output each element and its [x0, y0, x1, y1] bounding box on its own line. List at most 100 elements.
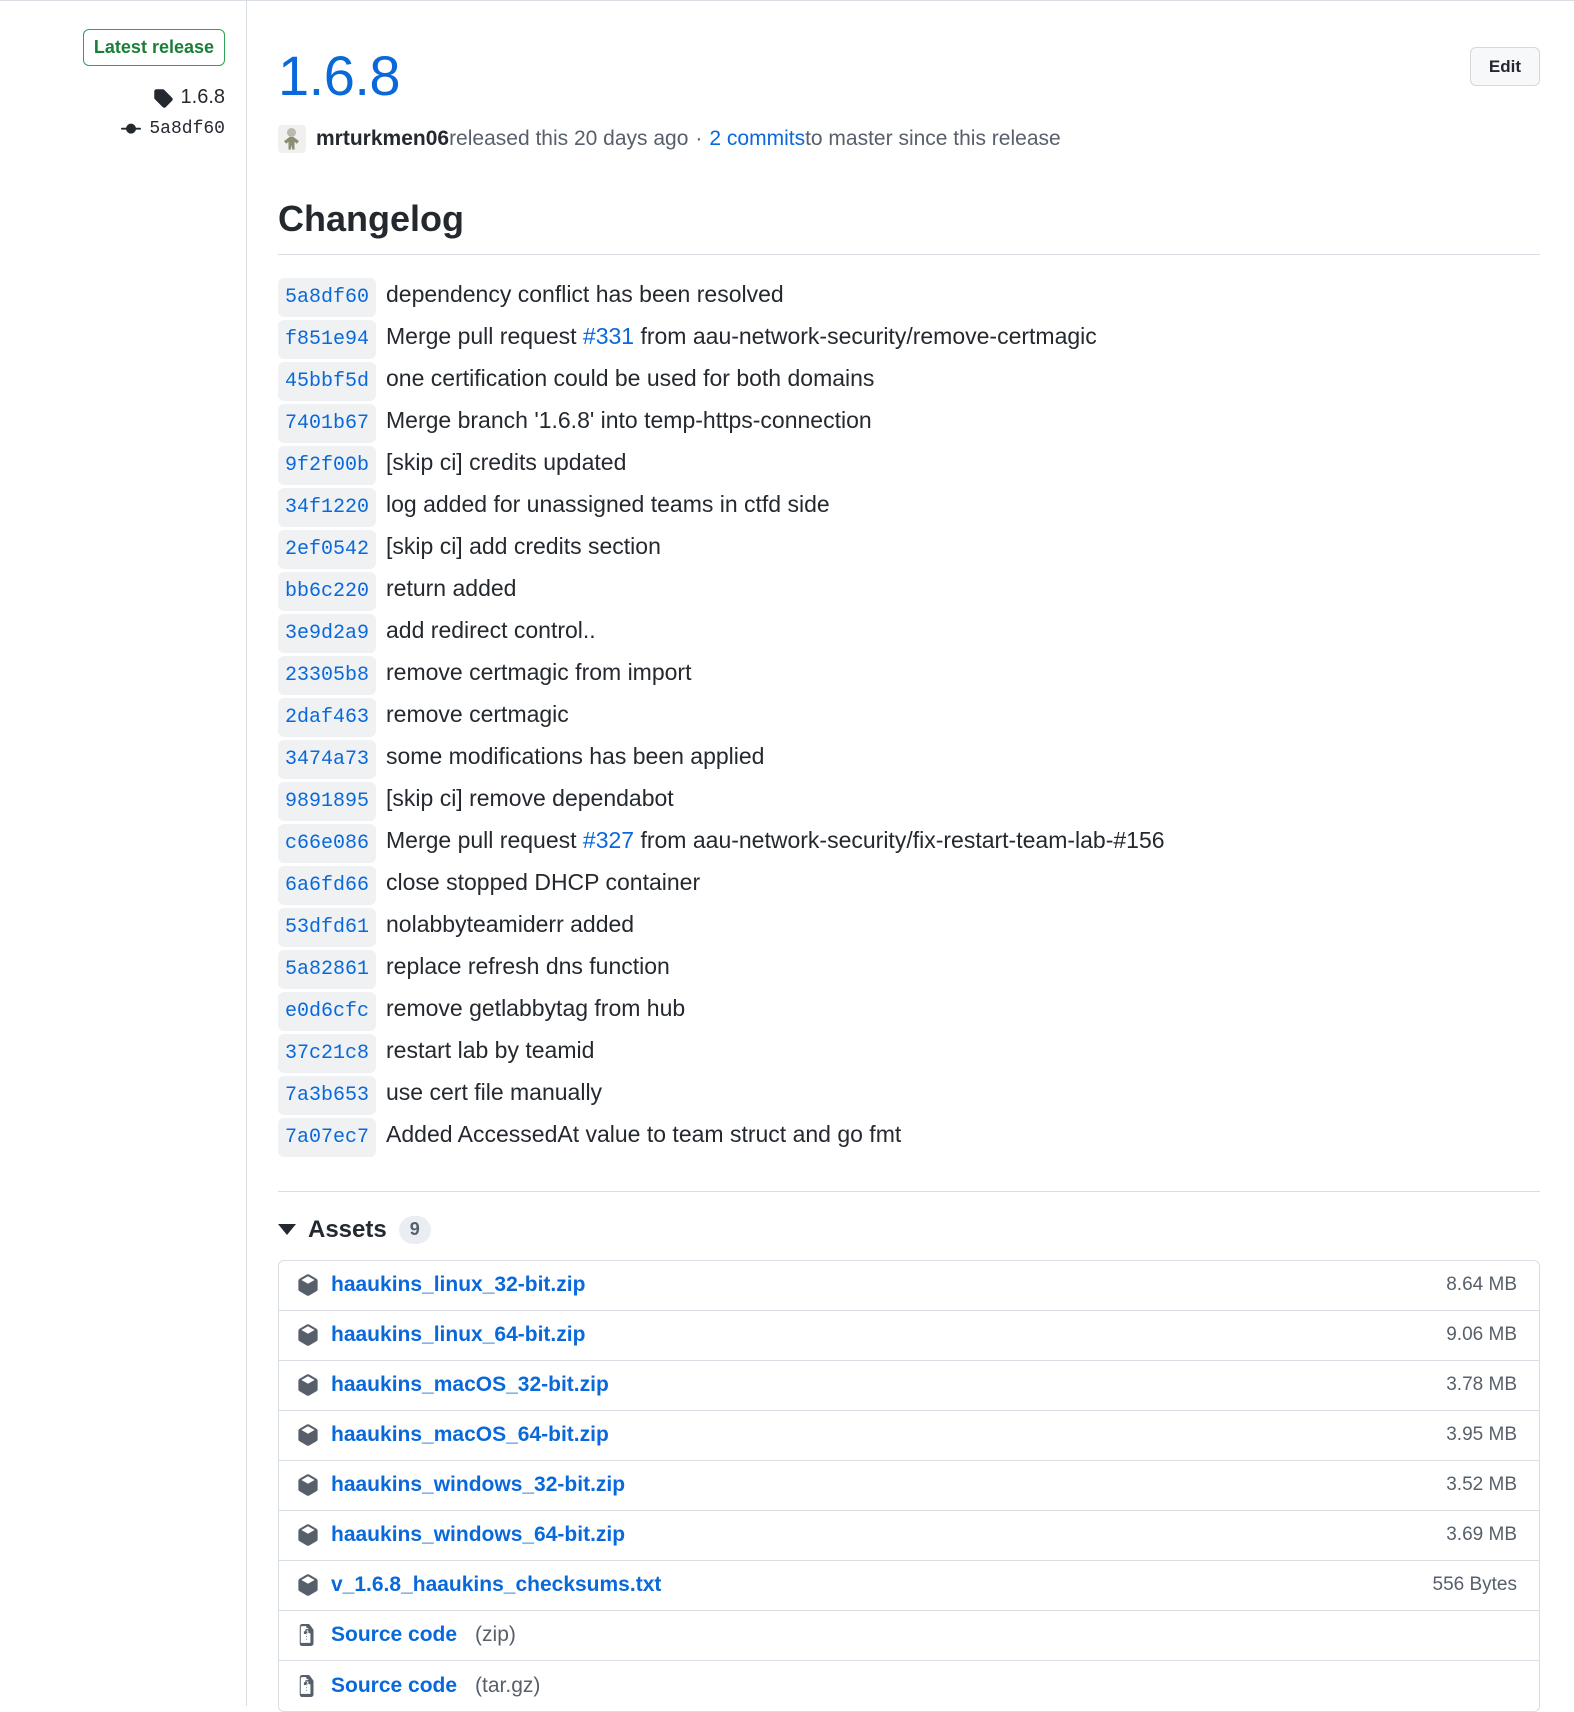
- commits-link[interactable]: 2 commits: [709, 125, 805, 152]
- commit-sha-link[interactable]: 45bbf5d: [278, 361, 377, 401]
- commit-row: 23305b8 remove certmagic from import: [278, 655, 1540, 695]
- asset-download-link[interactable]: haaukins_windows_64-bit.zip: [331, 1523, 625, 1547]
- commit-message: Merge branch '1.6.8' into temp-https-con…: [386, 406, 872, 433]
- commit-sha-link[interactable]: 34f1220: [278, 487, 377, 527]
- commit-sha-link[interactable]: 2ef0542: [278, 529, 377, 569]
- asset-name-cell: haaukins_windows_32-bit.zip: [297, 1473, 1446, 1497]
- asset-row: v_1.6.8_haaukins_checksums.txt 556 Bytes: [279, 1561, 1539, 1611]
- commit-message: Added AccessedAt value to team struct an…: [386, 1120, 902, 1147]
- commit-message: close stopped DHCP container: [386, 868, 701, 895]
- commit-message: some modifications has been applied: [386, 742, 765, 769]
- tag-icon: [153, 88, 173, 108]
- commit-message: remove certmagic: [386, 700, 569, 727]
- asset-size: 9.06 MB: [1446, 1324, 1517, 1346]
- commit-message: [skip ci] credits updated: [386, 448, 627, 475]
- asset-download-link[interactable]: Source code: [331, 1623, 457, 1647]
- release-commit-sha: 5a8df60: [149, 119, 225, 139]
- asset-download-link[interactable]: v_1.6.8_haaukins_checksums.txt: [331, 1573, 661, 1597]
- asset-row: haaukins_linux_32-bit.zip 8.64 MB: [279, 1261, 1539, 1311]
- commit-row: 37c21c8 restart lab by teamid: [278, 1033, 1540, 1073]
- commit-sha-link[interactable]: 5a8df60: [278, 277, 377, 317]
- commit-message: one certification could be used for both…: [386, 364, 875, 391]
- commit-message: nolabbyteamiderr added: [386, 910, 635, 937]
- commit-sha-link[interactable]: e0d6cfc: [278, 991, 377, 1031]
- release-page: Latest release 1.6.8 5a8df60 Edit 1.6.8 …: [0, 0, 1574, 1712]
- commit-sha-link[interactable]: 6a6fd66: [278, 865, 377, 905]
- edit-button[interactable]: Edit: [1469, 47, 1540, 86]
- package-icon: [297, 1324, 319, 1347]
- pull-request-link[interactable]: #327: [583, 827, 634, 853]
- commit-sha-link[interactable]: 7a3b653: [278, 1075, 377, 1115]
- asset-download-link[interactable]: haaukins_macOS_32-bit.zip: [331, 1373, 609, 1397]
- release-commit[interactable]: 5a8df60: [121, 119, 225, 139]
- commit-sha-link[interactable]: c66e086: [278, 823, 377, 863]
- changelog-heading: Changelog: [278, 197, 1540, 255]
- assets-count-badge: 9: [398, 1215, 431, 1244]
- asset-name-cell: haaukins_macOS_32-bit.zip: [297, 1373, 1446, 1397]
- assets-toggle[interactable]: Assets 9: [278, 1216, 1540, 1244]
- asset-download-link[interactable]: haaukins_linux_64-bit.zip: [331, 1323, 585, 1347]
- commit-message: restart lab by teamid: [386, 1036, 595, 1063]
- asset-row: haaukins_macOS_32-bit.zip 3.78 MB: [279, 1361, 1539, 1411]
- commit-message: dependency conflict has been resolved: [386, 280, 784, 307]
- commit-sha-link[interactable]: 9891895: [278, 781, 377, 821]
- commit-sha-link[interactable]: f851e94: [278, 319, 377, 359]
- commit-message: [skip ci] add credits section: [386, 532, 661, 559]
- asset-name-cell: haaukins_linux_32-bit.zip: [297, 1273, 1446, 1297]
- commit-sha-link[interactable]: 2daf463: [278, 697, 377, 737]
- commit-message: return added: [386, 574, 517, 601]
- asset-size: 3.52 MB: [1446, 1474, 1517, 1496]
- commit-row: 34f1220 log added for unassigned teams in…: [278, 487, 1540, 527]
- asset-row: Source code (zip): [279, 1611, 1539, 1661]
- commit-sha-link[interactable]: bb6c220: [278, 571, 377, 611]
- asset-download-link[interactable]: Source code: [331, 1674, 457, 1698]
- asset-download-link[interactable]: haaukins_linux_32-bit.zip: [331, 1273, 585, 1297]
- commit-sha-link[interactable]: 5a82861: [278, 949, 377, 989]
- commit-message-suffix: from aau-network-security/remove-certmag…: [634, 322, 1097, 349]
- assets-table: haaukins_linux_32-bit.zip 8.64 MB haaukins…: [278, 1259, 1540, 1712]
- asset-row: haaukins_windows_32-bit.zip 3.52 MB: [279, 1461, 1539, 1511]
- asset-row: haaukins_macOS_64-bit.zip 3.95 MB: [279, 1411, 1539, 1461]
- asset-format-label: (zip): [475, 1623, 516, 1647]
- asset-name-cell: haaukins_windows_64-bit.zip: [297, 1523, 1446, 1547]
- asset-size: 556 Bytes: [1432, 1574, 1518, 1596]
- release-tag[interactable]: 1.6.8: [153, 86, 225, 109]
- commit-row: 9f2f00b [skip ci] credits updated: [278, 445, 1540, 485]
- commit-sha-link[interactable]: 7401b67: [278, 403, 377, 443]
- git-commit-icon: [121, 119, 142, 139]
- commit-sha-link[interactable]: 23305b8: [278, 655, 377, 695]
- package-icon: [297, 1424, 319, 1447]
- asset-format-label: (tar.gz): [475, 1673, 541, 1697]
- pull-request-link[interactable]: #331: [583, 323, 634, 349]
- asset-name-cell: haaukins_linux_64-bit.zip: [297, 1323, 1446, 1347]
- commit-row: f851e94 Merge pull request #331 from aau-…: [278, 319, 1540, 359]
- commit-sha-link[interactable]: 7a07ec7: [278, 1117, 377, 1157]
- commit-sha-link[interactable]: 3e9d2a9: [278, 613, 377, 653]
- assets-label: Assets: [308, 1215, 387, 1243]
- avatar: [278, 124, 306, 153]
- package-icon: [297, 1574, 319, 1597]
- commit-row: 2daf463 remove certmagic: [278, 697, 1540, 737]
- released-text: released this 20 days ago: [449, 126, 689, 150]
- commit-message: log added for unassigned teams in ctfd s…: [386, 490, 830, 517]
- byline-separator: ·: [695, 126, 703, 150]
- commit-message-suffix: from aau-network-security/fix-restart-te…: [634, 826, 1165, 853]
- commit-message-prefix: Merge pull request: [386, 322, 583, 349]
- package-icon: [297, 1374, 319, 1397]
- package-icon: [297, 1274, 319, 1297]
- commit-row: 2ef0542 [skip ci] add credits section: [278, 529, 1540, 569]
- release-author[interactable]: mrturkmen06: [316, 125, 449, 152]
- asset-download-link[interactable]: haaukins_macOS_64-bit.zip: [331, 1423, 609, 1447]
- commit-row: 7a3b653 use cert file manually: [278, 1075, 1540, 1115]
- package-icon: [297, 1524, 319, 1547]
- page-title[interactable]: 1.6.8: [278, 33, 1540, 107]
- asset-row: Source code (tar.gz): [279, 1661, 1539, 1711]
- asset-row: haaukins_windows_64-bit.zip 3.69 MB: [279, 1511, 1539, 1561]
- commit-sha-link[interactable]: 3474a73: [278, 739, 377, 779]
- commit-message: remove certmagic from import: [386, 658, 692, 685]
- commit-sha-link[interactable]: 37c21c8: [278, 1033, 377, 1073]
- commit-sha-link[interactable]: 9f2f00b: [278, 445, 377, 485]
- commit-sha-link[interactable]: 53dfd61: [278, 907, 377, 947]
- commit-message: Merge pull request #327 from aau-network…: [386, 823, 1165, 858]
- asset-download-link[interactable]: haaukins_windows_32-bit.zip: [331, 1473, 625, 1497]
